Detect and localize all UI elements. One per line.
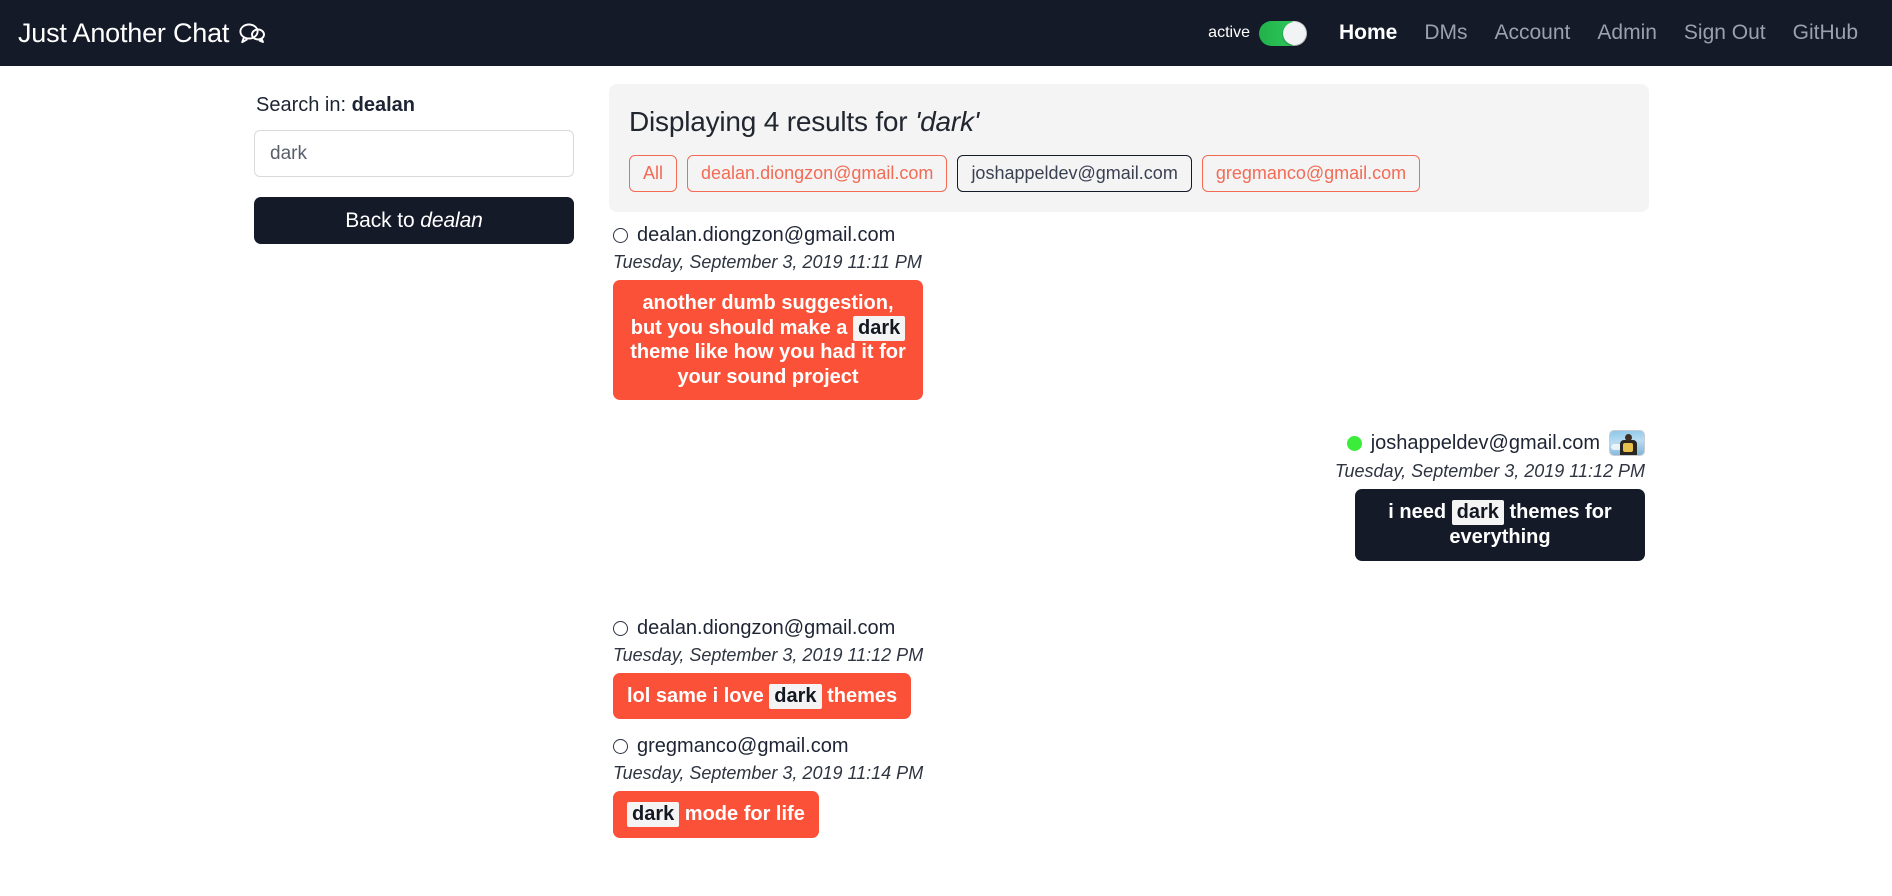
message-bubble: lol same i love dark themes [613,672,912,720]
message-text: themes [821,684,898,707]
results-heading-query: 'dark' [915,106,979,137]
nav-link-account[interactable]: Account [1495,21,1571,45]
message-timestamp: Tuesday, September 3, 2019 11:14 PM [613,763,924,784]
message-text: theme like how you had it for your sound… [630,341,906,388]
toggle-knob [1282,21,1306,45]
results-heading: Displaying 4 results for 'dark' [629,106,1629,138]
search-results-column: Displaying 4 results for 'dark' All deal… [609,84,1649,840]
top-navigation-bar: Just Another Chat active Home DMs Accoun… [0,0,1892,66]
message-result: joshappeldev@gmail.com Tuesday, September… [609,430,1649,561]
search-sidebar: Search in: dealan Back to dealan [254,84,574,244]
search-term-highlight: dark [1451,500,1504,526]
message-bubble: another dumb suggestion, but you should … [613,280,923,401]
message-timestamp: Tuesday, September 3, 2019 11:12 PM [613,644,924,665]
message-author-email: gregmanco@gmail.com [637,735,849,758]
app-brand[interactable]: Just Another Chat [18,17,266,49]
message-author-row: dealan.diongzon@gmail.com [613,224,1649,247]
message-bubble: i need dark themes for everything [1355,489,1645,561]
nav-links-group: active Home DMs Account Admin Sign Out G… [1208,20,1858,46]
nav-link-dms[interactable]: DMs [1424,21,1467,45]
results-heading-prefix: Displaying 4 results for [629,106,916,137]
back-button-room: dealan [420,208,483,232]
search-input[interactable] [254,130,574,177]
search-scope-label: Search in: dealan [254,94,574,117]
nav-link-home[interactable]: Home [1339,21,1397,45]
nav-link-sign-out[interactable]: Sign Out [1684,21,1766,45]
message-result: dealan.diongzon@gmail.com Tuesday, Septem… [609,224,1649,401]
brand-title: Just Another Chat [18,17,230,48]
filter-button-all[interactable]: All [629,155,678,192]
search-scope-prefix: Search in: [256,94,352,116]
search-term-highlight: dark [853,315,906,341]
message-author-email: dealan.diongzon@gmail.com [637,616,896,639]
message-author-row: gregmanco@gmail.com [613,735,1649,758]
circle-filled-icon [1346,435,1362,451]
author-filter-row: All dealan.diongzon@gmail.com joshappeld… [629,155,1629,192]
page-body: Search in: dealan Back to dealan Display… [0,66,1892,840]
filter-button-dealan[interactable]: dealan.diongzon@gmail.com [687,155,948,192]
nav-link-github[interactable]: GitHub [1793,21,1858,45]
circle-outline-icon [613,228,628,243]
circle-outline-icon [613,739,628,755]
message-author-row: joshappeldev@gmail.com [609,430,1645,457]
message-text: lol same i love [627,684,770,707]
message-results-list: dealan.diongzon@gmail.com Tuesday, Septem… [609,212,1649,838]
search-scope-room: dealan [351,94,415,116]
active-status-toggle-group[interactable]: active [1208,20,1307,46]
message-text: i need [1388,501,1452,524]
message-author-email: dealan.diongzon@gmail.com [637,224,896,246]
search-term-highlight: dark [627,802,680,828]
message-bubble: dark mode for life [613,791,819,838]
active-status-toggle[interactable] [1258,20,1307,46]
message-result: dealan.diongzon@gmail.com Tuesday, Septem… [609,617,1649,720]
message-text: mode for life [679,803,805,826]
nav-link-admin[interactable]: Admin [1597,21,1657,45]
filter-button-josh[interactable]: joshappeldev@gmail.com [957,155,1192,192]
results-summary-panel: Displaying 4 results for 'dark' All deal… [609,84,1649,212]
filter-button-gregmanco[interactable]: gregmanco@gmail.com [1201,155,1421,192]
back-button-prefix: Back to [345,208,421,232]
message-result: gregmanco@gmail.com Tuesday, September 3,… [609,735,1649,838]
search-term-highlight: dark [769,683,822,709]
chat-bubbles-icon [239,22,266,44]
message-author-row: dealan.diongzon@gmail.com [613,617,1649,640]
user-photo-avatar [1609,430,1645,457]
active-status-label: active [1208,24,1250,41]
message-timestamp: Tuesday, September 3, 2019 11:11 PM [613,252,922,272]
message-timestamp: Tuesday, September 3, 2019 11:12 PM [1334,461,1645,482]
back-to-room-button[interactable]: Back to dealan [254,197,574,244]
circle-outline-icon [613,620,628,636]
message-author-email: joshappeldev@gmail.com [1370,431,1600,454]
